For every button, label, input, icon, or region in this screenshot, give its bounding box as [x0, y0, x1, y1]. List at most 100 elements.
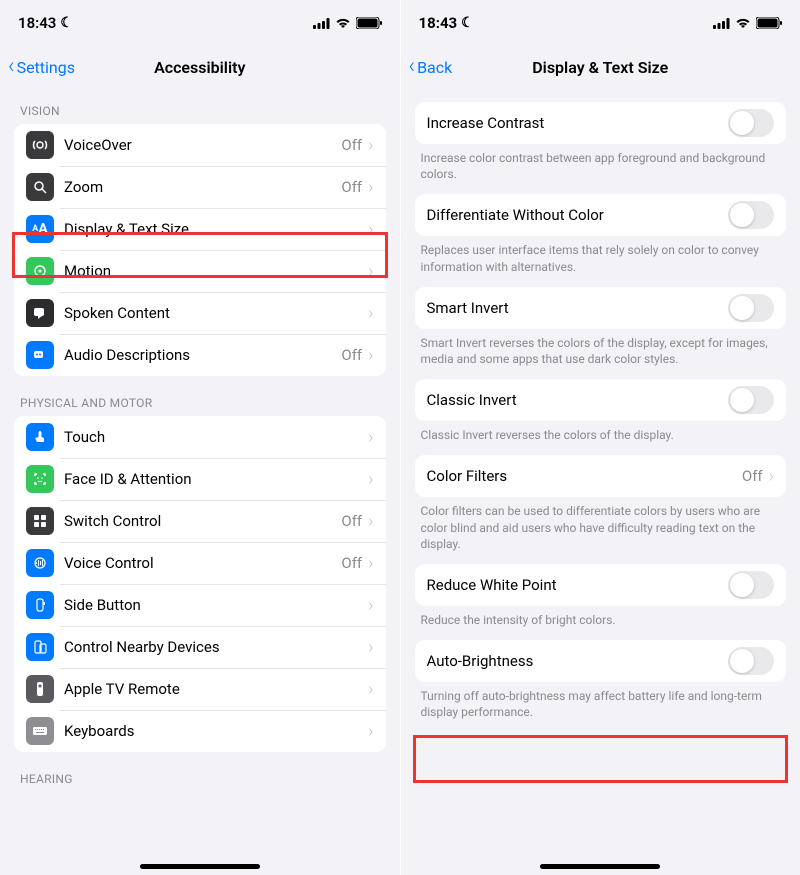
- row-label: Voice Control: [64, 554, 341, 572]
- row-label: Auto-Brightness: [427, 652, 729, 670]
- chevron-right-icon: ›: [368, 303, 373, 324]
- side-button-icon: [26, 591, 54, 619]
- home-indicator[interactable]: [140, 864, 260, 869]
- row-value: Off: [341, 178, 362, 196]
- row-label: Smart Invert: [427, 299, 729, 317]
- row-label: Keyboards: [64, 722, 368, 740]
- row-label: Motion: [64, 262, 368, 280]
- row-label: Increase Contrast: [427, 114, 729, 132]
- row-increase-contrast[interactable]: Increase Contrast: [415, 102, 787, 144]
- chevron-right-icon: ›: [368, 679, 373, 700]
- chevron-right-icon: ›: [769, 466, 774, 487]
- toggle[interactable]: [728, 386, 774, 414]
- chevron-right-icon: ›: [368, 553, 373, 574]
- chevron-left-icon: ‹: [409, 56, 416, 78]
- screen-accessibility: 18:43 ☾ ‹ Settings Accessibility VISION: [0, 0, 400, 875]
- row-footer: Smart Invert reverses the colors of the …: [421, 335, 781, 367]
- row-label: Color Filters: [427, 467, 742, 485]
- screen-display-text-size: 18:43 ☾ ‹ Back Display & Text Size Incre…: [400, 0, 800, 875]
- toggle[interactable]: [728, 109, 774, 137]
- switch-control-icon: [26, 507, 54, 535]
- row-value: Off: [742, 467, 763, 485]
- group-header-vision: VISION: [20, 104, 380, 118]
- row-label: Display & Text Size: [64, 220, 368, 238]
- row-label: Switch Control: [64, 512, 341, 530]
- row-side-button[interactable]: Side Button ›: [14, 584, 386, 626]
- group-physical: Touch › Face ID & Attention › Switch Con…: [14, 416, 386, 752]
- row-footer: Increase color contrast between app fore…: [421, 150, 781, 182]
- back-button[interactable]: ‹ Back: [409, 56, 453, 78]
- row-classic-invert[interactable]: Classic Invert: [415, 379, 787, 421]
- row-label: Apple TV Remote: [64, 680, 368, 698]
- row-spoken-content[interactable]: Spoken Content ›: [14, 292, 386, 334]
- chevron-left-icon: ‹: [8, 56, 15, 78]
- row-label: Classic Invert: [427, 391, 729, 409]
- row-differentiate-color[interactable]: Differentiate Without Color: [415, 194, 787, 236]
- page-title: Display & Text Size: [401, 58, 800, 77]
- row-value: Off: [341, 136, 362, 154]
- group-header-physical: PHYSICAL AND MOTOR: [20, 396, 380, 410]
- row-apple-tv-remote[interactable]: Apple TV Remote ›: [14, 668, 386, 710]
- chevron-right-icon: ›: [368, 511, 373, 532]
- row-label: VoiceOver: [64, 136, 341, 154]
- row-control-nearby[interactable]: Control Nearby Devices ›: [14, 626, 386, 668]
- row-motion[interactable]: Motion ›: [14, 250, 386, 292]
- row-label: Differentiate Without Color: [427, 206, 729, 224]
- chevron-right-icon: ›: [368, 721, 373, 742]
- text-size-icon: AA: [26, 215, 54, 243]
- status-bar: 18:43 ☾: [0, 0, 400, 46]
- row-label: Zoom: [64, 178, 341, 196]
- home-indicator[interactable]: [540, 864, 660, 869]
- status-icons: [713, 17, 782, 29]
- row-audio-descriptions[interactable]: Audio Descriptions Off ›: [14, 334, 386, 376]
- focus-moon-icon: ☾: [461, 15, 474, 31]
- row-zoom[interactable]: Zoom Off ›: [14, 166, 386, 208]
- row-auto-brightness[interactable]: Auto-Brightness: [415, 640, 787, 682]
- voiceover-icon: [26, 131, 54, 159]
- row-value: Off: [341, 346, 362, 364]
- zoom-icon: [26, 173, 54, 201]
- row-color-filters[interactable]: Color Filters Off ›: [415, 455, 787, 497]
- status-bar: 18:43 ☾: [401, 0, 800, 46]
- row-label: Side Button: [64, 596, 368, 614]
- row-value: Off: [341, 512, 362, 530]
- status-icons: [313, 17, 382, 29]
- focus-moon-icon: ☾: [60, 15, 73, 31]
- row-footer: Turning off auto-brightness may affect b…: [421, 688, 781, 720]
- toggle[interactable]: [728, 571, 774, 599]
- chevron-right-icon: ›: [368, 135, 373, 156]
- chevron-right-icon: ›: [368, 261, 373, 282]
- row-footer: Replaces user interface items that rely …: [421, 242, 781, 274]
- row-switch-control[interactable]: Switch Control Off ›: [14, 500, 386, 542]
- row-voiceover[interactable]: VoiceOver Off ›: [14, 124, 386, 166]
- row-keyboards[interactable]: Keyboards ›: [14, 710, 386, 752]
- content-scroll[interactable]: Increase Contrast Increase color contras…: [401, 88, 800, 875]
- row-touch[interactable]: Touch ›: [14, 416, 386, 458]
- row-label: Face ID & Attention: [64, 470, 368, 488]
- battery-icon: [756, 17, 782, 29]
- audio-descriptions-icon: [26, 341, 54, 369]
- group-vision: VoiceOver Off › Zoom Off › AA Display & …: [14, 124, 386, 376]
- keyboards-icon: [26, 717, 54, 745]
- chevron-right-icon: ›: [368, 177, 373, 198]
- faceid-icon: [26, 465, 54, 493]
- row-reduce-white-point[interactable]: Reduce White Point: [415, 564, 787, 606]
- content-scroll[interactable]: VISION VoiceOver Off › Zoom Off › AA Dis…: [0, 88, 400, 875]
- nearby-devices-icon: [26, 633, 54, 661]
- status-time: 18:43: [18, 14, 56, 32]
- row-smart-invert[interactable]: Smart Invert: [415, 287, 787, 329]
- row-display-text-size[interactable]: AA Display & Text Size ›: [14, 208, 386, 250]
- toggle[interactable]: [728, 294, 774, 322]
- row-voice-control[interactable]: Voice Control Off ›: [14, 542, 386, 584]
- toggle[interactable]: [728, 647, 774, 675]
- row-label: Touch: [64, 428, 368, 446]
- group-header-hearing: HEARING: [20, 772, 380, 786]
- row-faceid[interactable]: Face ID & Attention ›: [14, 458, 386, 500]
- row-label: Reduce White Point: [427, 576, 729, 594]
- row-footer: Classic Invert reverses the colors of th…: [421, 427, 781, 443]
- back-button[interactable]: ‹ Settings: [8, 56, 75, 78]
- cellular-signal-icon: [313, 18, 330, 29]
- toggle[interactable]: [728, 201, 774, 229]
- status-time: 18:43: [419, 14, 458, 32]
- voice-control-icon: [26, 549, 54, 577]
